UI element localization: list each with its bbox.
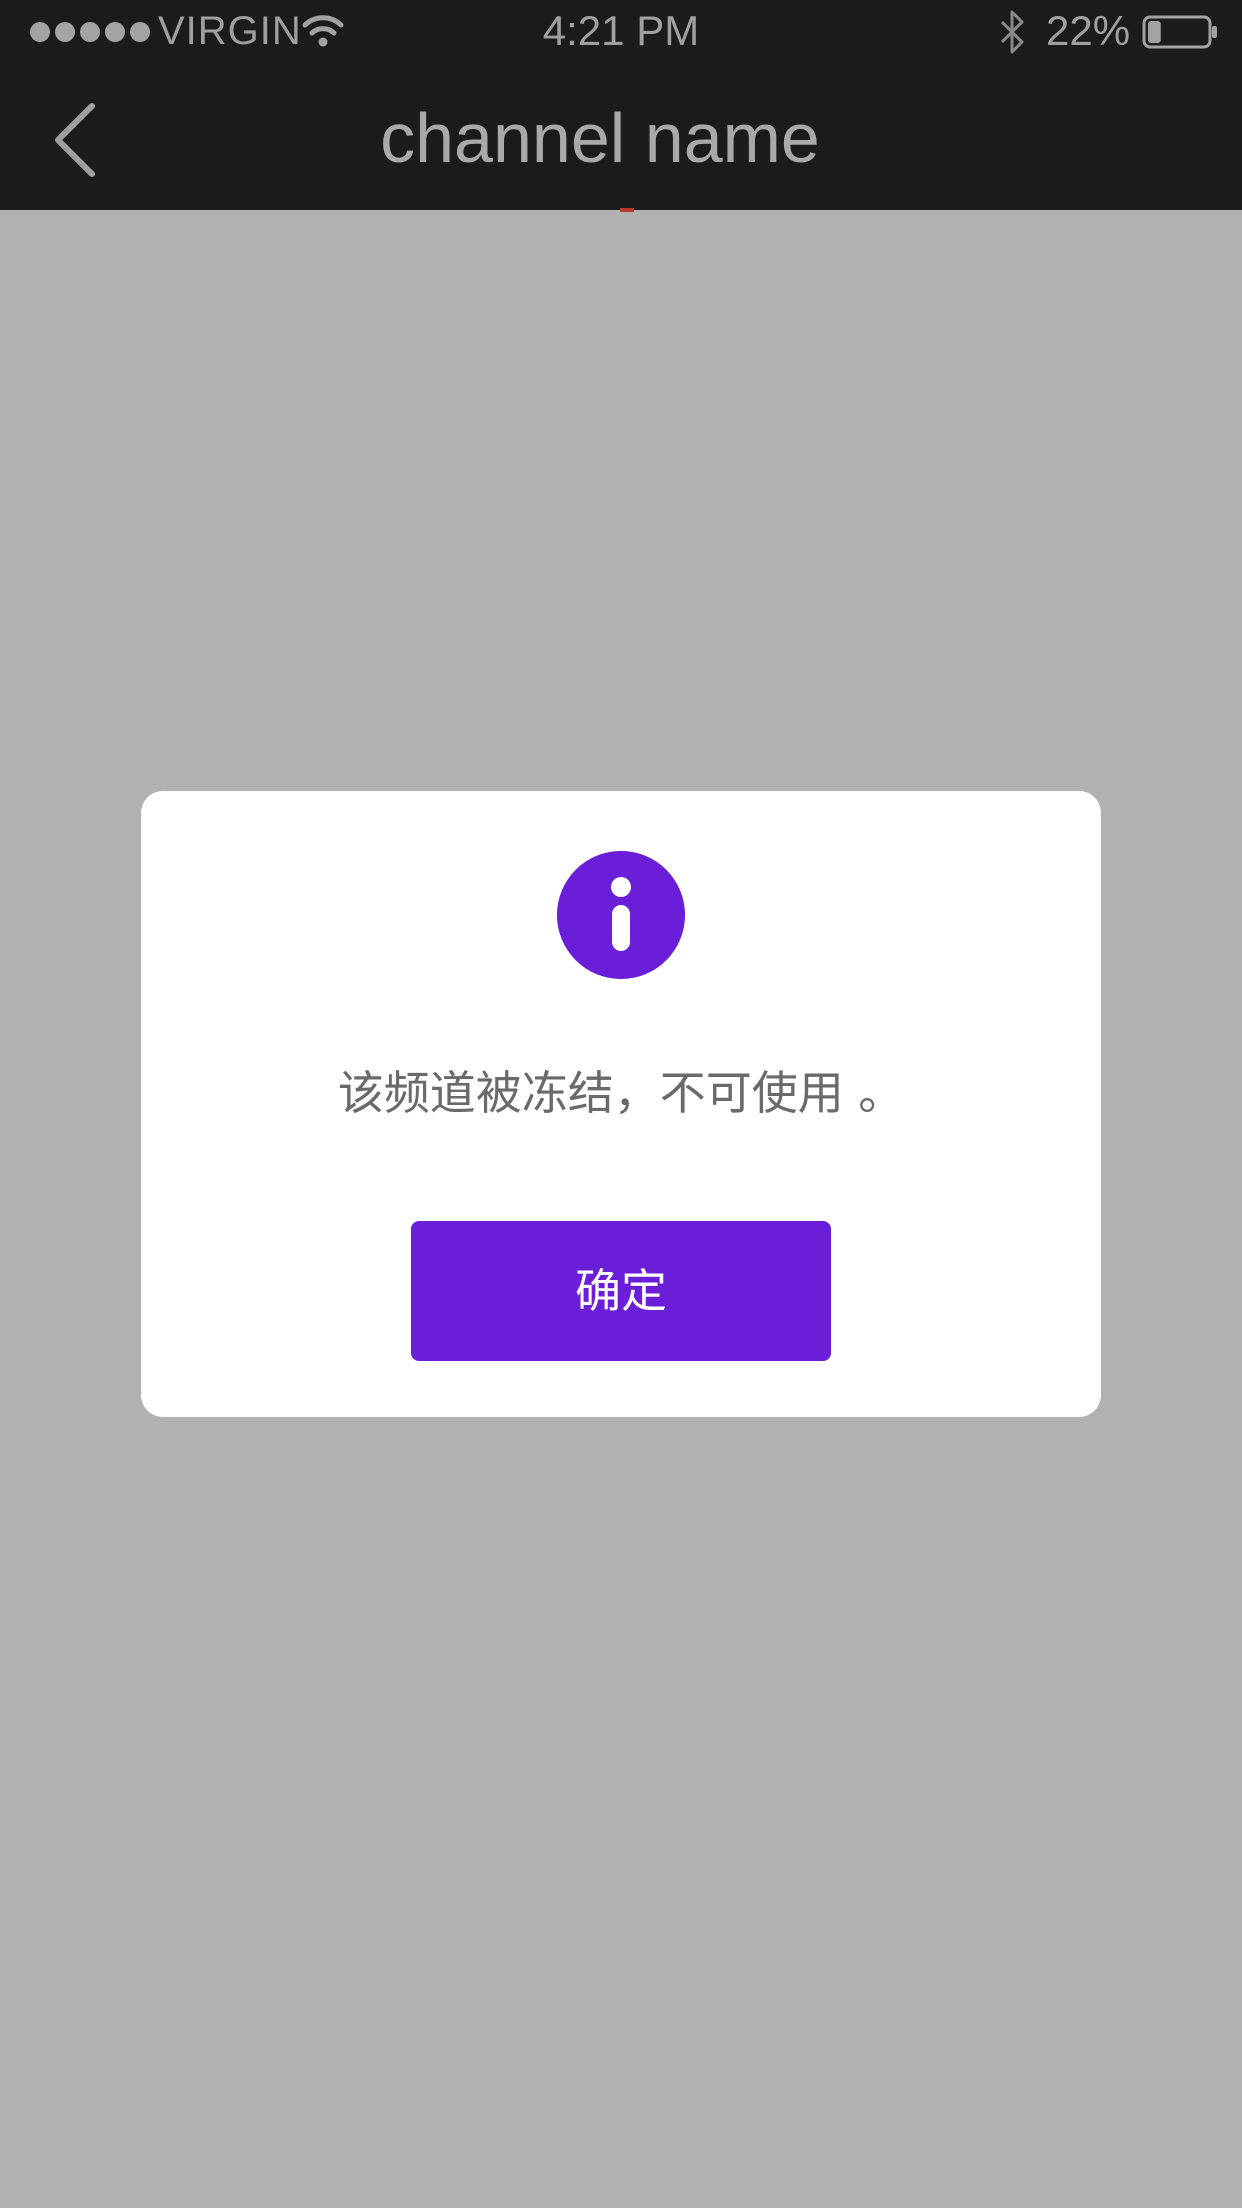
info-icon <box>557 851 685 979</box>
bluetooth-icon <box>1000 10 1024 54</box>
dialog-message: 该频道被冻结，不可使用 。 <box>337 1066 905 1120</box>
confirm-button[interactable]: 确定 <box>411 1221 831 1361</box>
alert-dialog: 该频道被冻结，不可使用 。 确定 <box>141 791 1101 1417</box>
nav-bar: channel name <box>0 62 1242 210</box>
battery-percent: 22% <box>1046 7 1131 54</box>
status-bar: VIRGIN 4:21 PM 22% <box>0 0 1242 62</box>
progress-indicator <box>620 208 634 212</box>
nav-title: channel name <box>380 99 820 177</box>
top-bar: VIRGIN 4:21 PM 22% channel name <box>0 0 1242 210</box>
battery-icon <box>1142 15 1217 49</box>
